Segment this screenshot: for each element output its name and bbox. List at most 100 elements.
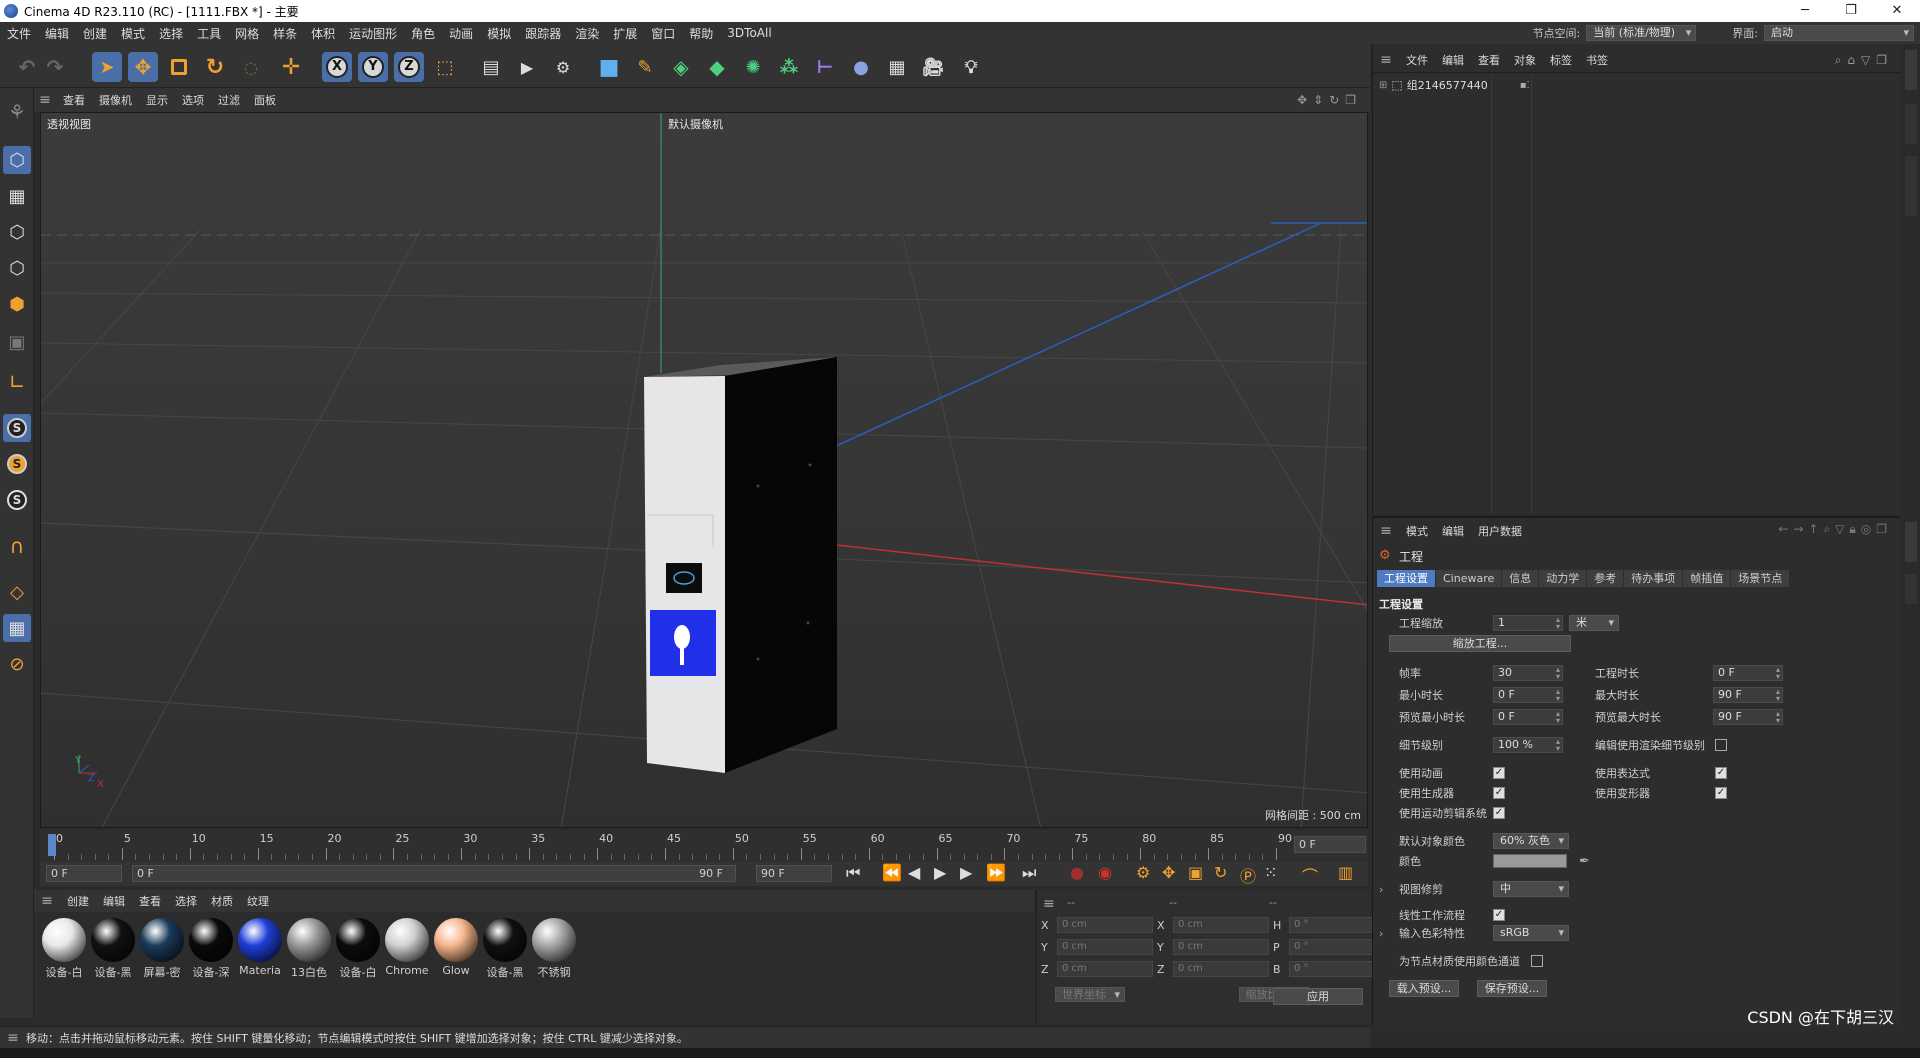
material-menu-material[interactable]: 材质	[204, 893, 240, 909]
eyedropper-icon[interactable]: ✒	[1579, 854, 1590, 869]
viewport-menu-options[interactable]: 选项	[175, 92, 211, 108]
menu-animate[interactable]: 动画	[442, 25, 480, 42]
use-deformers-checkbox[interactable]: ✓	[1715, 787, 1727, 799]
tab-project-settings[interactable]: 工程设置	[1377, 570, 1435, 587]
tab-interpolation[interactable]: 帧插值	[1683, 570, 1731, 587]
axis-y-button[interactable]: Y	[358, 52, 388, 82]
record-icon[interactable]: ●	[1070, 863, 1084, 882]
object-menu-object[interactable]: 对象	[1507, 52, 1543, 68]
apply-button[interactable]: 应用	[1273, 988, 1363, 1005]
view-clipping-dropdown[interactable]: 中	[1493, 881, 1569, 897]
go-to-end-icon[interactable]: ⏭	[1022, 863, 1036, 883]
side-tab-takes[interactable]	[1905, 104, 1917, 144]
go-to-start-icon[interactable]: ⏮	[846, 863, 860, 883]
floor-icon[interactable]: ▦	[882, 52, 912, 82]
object-menu-view[interactable]: 查看	[1471, 52, 1507, 68]
axis-mode-icon[interactable]: ∟	[3, 368, 31, 396]
menu-simulate[interactable]: 模拟	[480, 25, 518, 42]
perspective-viewport[interactable]: 透视视图 默认摄像机 Y Z X 网格间距 : 500 cm	[40, 112, 1368, 828]
step-forward-icon[interactable]: ▶	[960, 863, 972, 882]
viewport-menu-cameras[interactable]: 摄像机	[92, 92, 139, 108]
render-region-icon[interactable]: ▤	[476, 52, 506, 82]
object-menu-tags[interactable]: 标签	[1543, 52, 1579, 68]
tab-todo[interactable]: 待办事项	[1624, 570, 1683, 587]
tab-dynamics[interactable]: 动力学	[1539, 570, 1587, 587]
save-preset-button[interactable]: 保存预设...	[1477, 980, 1547, 997]
frame-range-slider[interactable]: 0 F 90 F	[132, 865, 736, 882]
project-scale-unit-dropdown[interactable]: 米	[1569, 615, 1619, 631]
scale-project-button[interactable]: 缩放工程...	[1389, 635, 1571, 652]
viewport-menu-view[interactable]: 查看	[56, 92, 92, 108]
grid-workplane-icon[interactable]: ▦	[3, 614, 31, 642]
uv-mode-icon[interactable]: ▣	[3, 328, 31, 356]
axis-z-button[interactable]: Z	[394, 52, 424, 82]
auto-key-icon[interactable]: ◉	[1098, 863, 1112, 882]
keyframe-selection-icon[interactable]: ⚙	[1136, 863, 1150, 882]
tab-info[interactable]: 信息	[1502, 570, 1539, 587]
hamburger-icon[interactable]: ≡	[0, 1030, 26, 1046]
key-parameter-icon[interactable]: Ⓟ	[1240, 863, 1256, 887]
material-menu-edit[interactable]: 编辑	[96, 893, 132, 909]
menu-help[interactable]: 帮助	[682, 25, 720, 42]
min-time-field[interactable]: 0 F ▴ ▾	[1493, 687, 1563, 703]
world-coordinates-dropdown[interactable]: 世界坐标	[1055, 987, 1125, 1002]
coordinate-value-field[interactable]: 0 °	[1289, 917, 1385, 933]
previous-key-icon[interactable]: ⏪	[882, 863, 902, 882]
material-swatch[interactable]: 13白色	[285, 918, 333, 980]
extrude-icon[interactable]: ◆	[702, 52, 732, 82]
menu-tracker[interactable]: 跟踪器	[518, 25, 568, 42]
material-swatch[interactable]: 设备-黑	[481, 918, 529, 980]
material-menu-view[interactable]: 查看	[132, 893, 168, 909]
key-scale-icon[interactable]: ▣	[1188, 863, 1203, 882]
hamburger-icon[interactable]: ≡	[34, 893, 60, 909]
snap-settings-icon[interactable]: S	[3, 450, 31, 478]
minimize-button[interactable]: ─	[1782, 0, 1828, 22]
hamburger-icon[interactable]: ≡	[1373, 52, 1399, 68]
select-icon[interactable]: ➤	[92, 52, 122, 82]
project-time-field[interactable]: 0 F ▴ ▾	[1713, 665, 1783, 681]
viewport-menu-panel[interactable]: 面板	[247, 92, 283, 108]
expand-icon[interactable]: ›	[1379, 883, 1399, 896]
current-frame-field[interactable]: 0 F	[1294, 836, 1366, 853]
coordinate-system-icon[interactable]: ⬚	[430, 52, 460, 82]
undo-icon[interactable]: ↶	[12, 52, 42, 82]
menu-volume[interactable]: 体积	[304, 25, 342, 42]
spline-icon[interactable]: ⊢	[810, 52, 840, 82]
workplane-icon[interactable]: ◇	[3, 578, 31, 606]
load-preset-button[interactable]: 载入预设...	[1389, 980, 1459, 997]
material-swatch[interactable]: 设备-白	[40, 918, 88, 980]
object-name[interactable]: 组2146577440	[1407, 77, 1488, 93]
coordinate-value-field[interactable]: 0 °	[1289, 939, 1385, 955]
default-object-color-dropdown[interactable]: 60% 灰色	[1493, 833, 1569, 849]
material-menu-select[interactable]: 选择	[168, 893, 204, 909]
camera-label[interactable]: 默认摄像机	[665, 116, 726, 132]
material-swatch[interactable]: 屏幕-密	[138, 918, 186, 980]
fps-field[interactable]: 30 ▴ ▾	[1493, 665, 1563, 681]
material-swatch[interactable]: 不锈钢	[530, 918, 578, 980]
tab-cineware[interactable]: Cineware	[1436, 570, 1502, 587]
menu-mograph[interactable]: 运动图形	[342, 25, 404, 42]
snap-icon[interactable]: S	[3, 414, 31, 442]
key-pla-icon[interactable]: ⁙	[1264, 863, 1277, 882]
cloner-icon[interactable]: ✺	[738, 52, 768, 82]
menu-3dtoall[interactable]: 3DToAll	[720, 26, 778, 40]
scale-icon[interactable]	[164, 52, 194, 82]
move-icon[interactable]: ✥	[128, 52, 158, 82]
linear-workflow-checkbox[interactable]: ✓	[1493, 909, 1505, 921]
restore-button[interactable]: ❐	[1828, 0, 1874, 22]
input-color-profile-dropdown[interactable]: sRGB	[1493, 925, 1569, 941]
viewport-menu-display[interactable]: 显示	[139, 92, 175, 108]
make-editable-icon[interactable]: ⚘	[3, 98, 31, 126]
menu-mode[interactable]: 模式	[114, 25, 152, 42]
material-swatch[interactable]: 设备-白	[334, 918, 382, 980]
side-tab-content-browser[interactable]	[1905, 156, 1917, 216]
playhead-marker[interactable]	[48, 834, 56, 856]
menu-select[interactable]: 选择	[152, 25, 190, 42]
use-expressions-checkbox[interactable]: ✓	[1715, 767, 1727, 779]
coordinate-value-field[interactable]: 0 °	[1289, 961, 1385, 977]
object-row[interactable]: ⊞ ⬚ 组2146577440 ▪⁚	[1379, 76, 1530, 94]
object-menu-edit[interactable]: 编辑	[1435, 52, 1471, 68]
locked-workplane-icon[interactable]: ⊘	[3, 650, 31, 678]
live-select-icon[interactable]: ◌	[236, 52, 266, 82]
step-back-icon[interactable]: ◀	[908, 863, 920, 882]
